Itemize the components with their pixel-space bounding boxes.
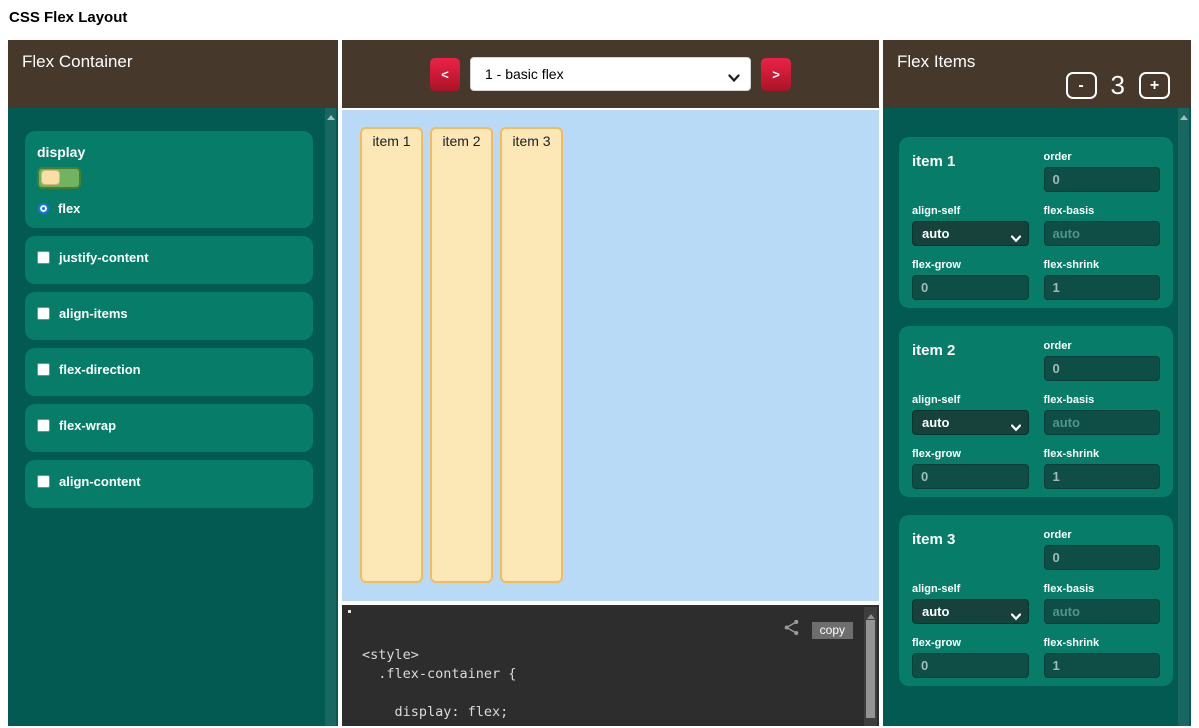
- display-label: display: [37, 144, 301, 160]
- code-line: <style>: [362, 646, 839, 665]
- item-card-1: item 1 order align-self auto: [899, 137, 1173, 308]
- code-line: display: flex;: [362, 703, 839, 722]
- align-content-label: align-content: [59, 474, 141, 489]
- flex-radio-label: flex: [58, 201, 80, 216]
- order-label: order: [1044, 340, 1161, 352]
- align-self-label: align-self: [912, 583, 1029, 595]
- flex-container-panel-title: Flex Container: [22, 52, 133, 71]
- code-caret-dot: [348, 610, 351, 613]
- item-count: 3: [1111, 70, 1125, 101]
- item-card-3: item 3 order align-self auto: [899, 515, 1173, 686]
- example-select-wrap: 1 - basic flex: [470, 57, 751, 91]
- code-tools: copy: [782, 618, 853, 642]
- next-example-button[interactable]: >: [761, 58, 791, 91]
- property-card-flex-direction: flex-direction: [25, 348, 313, 396]
- flex-wrap-label: flex-wrap: [59, 418, 116, 433]
- flex-preview-item-2: item 2: [430, 127, 493, 583]
- code-line: [362, 684, 839, 703]
- remove-item-button[interactable]: -: [1066, 72, 1097, 99]
- flex-shrink-label: flex-shrink: [1044, 259, 1161, 271]
- flex-items-scrollbar[interactable]: [1178, 108, 1189, 726]
- flex-basis-input[interactable]: [1044, 599, 1161, 624]
- display-toggle[interactable]: [37, 167, 81, 189]
- align-items-checkbox[interactable]: [37, 307, 50, 320]
- flex-shrink-input[interactable]: [1044, 275, 1161, 300]
- flex-container-panel-header: Flex Container: [8, 40, 338, 108]
- flex-basis-label: flex-basis: [1044, 205, 1161, 217]
- property-card-justify-content: justify-content: [25, 236, 313, 284]
- order-input[interactable]: [1044, 167, 1161, 192]
- flex-basis-label: flex-basis: [1044, 583, 1161, 595]
- item-card-2: item 2 order align-self auto: [899, 326, 1173, 497]
- add-item-button[interactable]: +: [1139, 72, 1170, 99]
- flex-direction-label: flex-direction: [59, 362, 141, 377]
- align-content-checkbox[interactable]: [37, 475, 50, 488]
- copy-button[interactable]: copy: [812, 622, 853, 639]
- flex-items-panel-header: Flex Items - 3 +: [883, 40, 1191, 108]
- flex-container-panel-body: display flex justify-content: [8, 108, 338, 726]
- item-card-title: item 1: [912, 151, 1029, 192]
- align-self-select[interactable]: auto: [912, 599, 1029, 624]
- flex-items-panel: Flex Items - 3 + item 1 order: [883, 40, 1191, 726]
- flex-basis-input[interactable]: [1044, 221, 1161, 246]
- scroll-up-icon: [1180, 115, 1188, 120]
- scroll-up-icon: [867, 614, 875, 619]
- example-toolbar: < 1 - basic flex >: [342, 40, 879, 108]
- item-card-title: item 2: [912, 340, 1029, 381]
- flex-shrink-input[interactable]: [1044, 464, 1161, 489]
- flex-grow-label: flex-grow: [912, 637, 1029, 649]
- flex-container-panel: Flex Container display flex: [8, 40, 338, 726]
- flex-grow-label: flex-grow: [912, 259, 1029, 271]
- page-title: CSS Flex Layout: [9, 9, 1191, 26]
- order-input[interactable]: [1044, 356, 1161, 381]
- flex-grow-label: flex-grow: [912, 448, 1029, 460]
- scrollbar-thumb[interactable]: [866, 620, 875, 718]
- code-line: .flex-container {: [362, 665, 839, 684]
- display-card: display flex: [25, 131, 313, 228]
- flex-shrink-label: flex-shrink: [1044, 448, 1161, 460]
- item-count-stepper: - 3 +: [1066, 70, 1170, 101]
- flex-shrink-input[interactable]: [1044, 653, 1161, 678]
- align-items-label: align-items: [59, 306, 128, 321]
- flex-direction-checkbox[interactable]: [37, 363, 50, 376]
- item-card-title: item 3: [912, 529, 1029, 570]
- align-self-label: align-self: [912, 205, 1029, 217]
- justify-content-checkbox[interactable]: [37, 251, 50, 264]
- property-card-flex-wrap: flex-wrap: [25, 404, 313, 452]
- align-self-label: align-self: [912, 394, 1029, 406]
- scroll-up-icon: [327, 115, 335, 120]
- justify-content-label: justify-content: [59, 250, 149, 265]
- flex-grow-input[interactable]: [912, 275, 1029, 300]
- prev-example-button[interactable]: <: [430, 58, 460, 91]
- flex-container-scrollbar[interactable]: [325, 108, 336, 726]
- property-card-align-items: align-items: [25, 292, 313, 340]
- flex-grow-input[interactable]: [912, 464, 1029, 489]
- example-select[interactable]: 1 - basic flex: [470, 57, 751, 91]
- flex-preview-item-1: item 1: [360, 127, 423, 583]
- flex-preview-item-3: item 3: [500, 127, 563, 583]
- main-columns: Flex Container display flex: [8, 40, 1191, 726]
- flex-wrap-checkbox[interactable]: [37, 419, 50, 432]
- flex-basis-label: flex-basis: [1044, 394, 1161, 406]
- code-panel-scrollbar[interactable]: [864, 607, 877, 726]
- order-label: order: [1044, 529, 1161, 541]
- toggle-knob: [41, 170, 60, 185]
- order-input[interactable]: [1044, 545, 1161, 570]
- order-label: order: [1044, 151, 1161, 163]
- code-panel: copy <style> .flex-container { display: …: [342, 605, 879, 726]
- display-radio-row: flex: [37, 201, 301, 216]
- align-self-select[interactable]: auto: [912, 221, 1029, 246]
- flex-preview-container: item 1 item 2 item 3: [342, 110, 879, 601]
- flex-radio[interactable]: [40, 205, 47, 212]
- flex-basis-input[interactable]: [1044, 410, 1161, 435]
- flex-shrink-label: flex-shrink: [1044, 637, 1161, 649]
- share-icon[interactable]: [782, 618, 801, 642]
- flex-items-panel-title: Flex Items: [897, 52, 975, 71]
- preview-column: < 1 - basic flex > item 1 item 2 item 3: [342, 40, 879, 726]
- flex-grow-input[interactable]: [912, 653, 1029, 678]
- align-self-select[interactable]: auto: [912, 410, 1029, 435]
- property-card-align-content: align-content: [25, 460, 313, 508]
- page: CSS Flex Layout Flex Container display: [0, 0, 1199, 728]
- flex-items-panel-body: item 1 order align-self auto: [883, 108, 1191, 726]
